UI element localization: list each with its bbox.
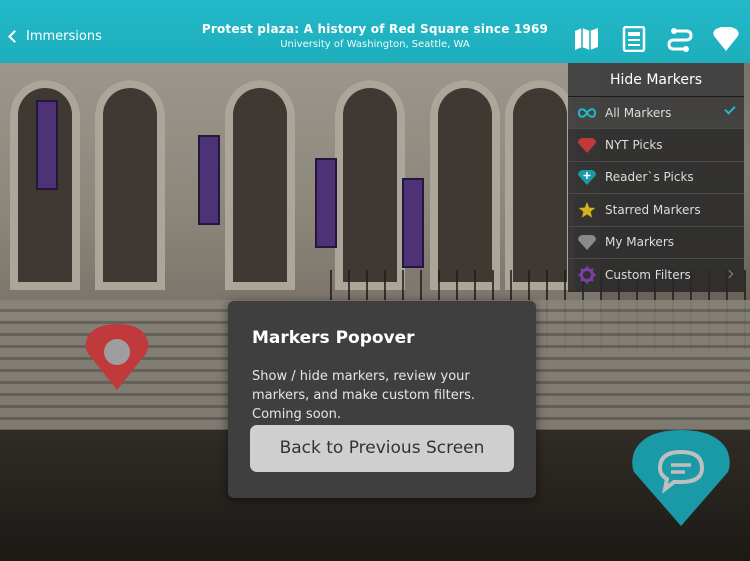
menu-item-label: Starred Markers [605,202,701,217]
marker-filter-icon[interactable] [712,26,740,52]
menu-item-label: Custom Filters [605,268,691,283]
gear-icon [578,266,596,284]
back-button[interactable]: Immersions [8,29,102,44]
map-marker-nyt-pick[interactable] [84,322,150,394]
map-marker-readers-pick[interactable] [630,428,732,530]
chevron-right-icon [724,269,734,279]
back-label: Immersions [26,29,102,44]
page-title: Protest plaza: A history of Red Square s… [201,22,549,36]
red-diamond-icon [578,136,596,154]
chevron-left-icon [8,30,21,43]
header-titles: Protest plaza: A history of Red Square s… [200,22,550,50]
gray-diamond-icon [578,233,596,251]
popover-body: Show / hide markers, review your markers… [252,369,475,422]
popover-title: Markers Popover [252,328,415,348]
menu-item-all-markers[interactable]: All Markers [568,97,744,130]
menu-item-my-markers[interactable]: My Markers [568,227,744,259]
star-icon [578,201,596,219]
menu-item-label: All Markers [605,105,672,120]
page-subtitle: University of Washington, Seattle, WA [280,39,470,50]
menu-item-nyt-picks[interactable]: NYT Picks [568,129,744,162]
markers-popover: Markers Popover Show / hide markers, rev… [228,301,536,498]
markers-menu-header: Hide Markers [568,63,744,97]
markers-menu: Hide Markers All Markers NYT Picks Reade… [568,63,744,292]
back-to-previous-button[interactable]: Back to Previous Screen [250,425,514,472]
article-icon[interactable] [620,25,648,53]
infinity-icon [578,104,596,122]
checkmark-icon [724,103,736,115]
menu-item-custom-filters[interactable]: Custom Filters [568,259,744,291]
route-icon[interactable] [666,26,694,52]
menu-item-starred-markers[interactable]: Starred Markers [568,194,744,227]
menu-item-readers-picks[interactable]: Reader`s Picks [568,162,744,195]
menu-item-label: NYT Picks [605,138,663,153]
menu-item-label: My Markers [605,235,674,250]
top-navigation-bar: Immersions Protest plaza: A history of R… [0,0,750,63]
map-icon[interactable] [573,26,601,52]
menu-item-label: Reader`s Picks [605,170,694,185]
teal-plus-diamond-icon [578,168,596,186]
